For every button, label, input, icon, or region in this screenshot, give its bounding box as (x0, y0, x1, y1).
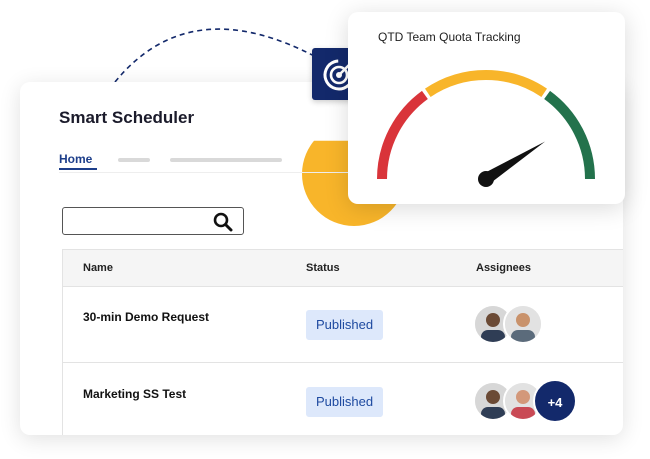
status-badge: Published (306, 310, 384, 340)
avatar[interactable] (503, 304, 543, 344)
quota-gauge-card: QTD Team Quota Tracking (348, 12, 625, 204)
gauge-segment-red (377, 90, 428, 180)
gauge-needle-hub (478, 171, 494, 187)
table-row[interactable]: 30-min Demo Request Published (63, 286, 623, 363)
search-icon[interactable] (213, 212, 233, 232)
tab-placeholder[interactable] (170, 158, 282, 162)
more-assignees-badge[interactable]: +4 (533, 379, 577, 423)
column-header-name[interactable]: Name (83, 262, 113, 274)
events-table: Name Status Assignees 30-min Demo Reques… (62, 249, 623, 435)
gauge-segment-green (544, 90, 595, 180)
search-box (62, 207, 244, 235)
table-row[interactable]: Marketing SS Test Published +4 (63, 363, 623, 435)
tab-home-indicator (59, 168, 97, 170)
search-input[interactable] (63, 208, 219, 234)
status-badge: Published (306, 387, 384, 417)
quota-gauge (377, 70, 595, 187)
tab-placeholder[interactable] (118, 158, 150, 162)
event-name[interactable]: Marketing SS Test (83, 387, 186, 401)
page-title: Smart Scheduler (59, 108, 195, 127)
table-header: Name Status Assignees (63, 250, 623, 287)
tab-home[interactable]: Home (59, 152, 92, 166)
nav-divider (59, 172, 359, 173)
person-icon (505, 306, 541, 342)
column-header-status[interactable]: Status (306, 262, 340, 274)
column-header-assignees[interactable]: Assignees (476, 262, 531, 274)
gauge-segment-yellow (425, 70, 547, 97)
event-name[interactable]: 30-min Demo Request (83, 310, 209, 324)
